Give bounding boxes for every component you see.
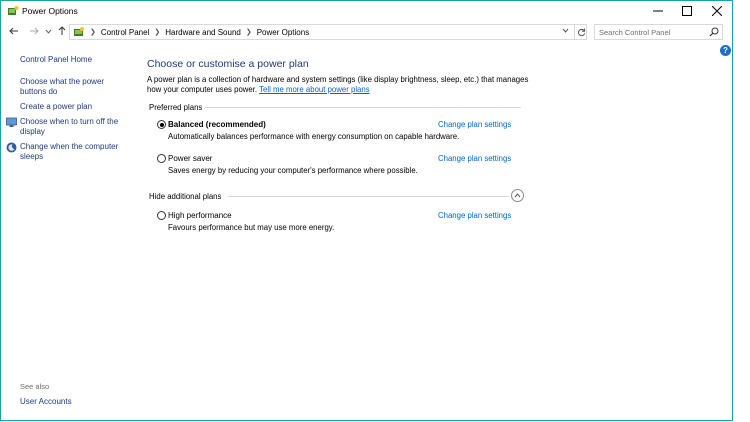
chevron-right-icon: ❯ [245, 29, 252, 36]
tell-me-more-link[interactable]: Tell me more about power plans [259, 85, 370, 94]
change-plan-settings-high-performance[interactable]: Change plan settings [438, 211, 511, 220]
search-input[interactable] [595, 27, 705, 37]
breadcrumb-power-options[interactable]: Power Options [257, 28, 309, 37]
back-button[interactable] [7, 24, 21, 38]
preferred-plans-heading: Preferred plans [149, 103, 203, 112]
plan-radio-balanced[interactable] [157, 120, 166, 129]
display-icon [6, 117, 17, 127]
sidebar-item-control-panel-home[interactable]: Control Panel Home [20, 55, 92, 65]
minimize-icon [653, 10, 663, 12]
search-box[interactable] [594, 24, 723, 40]
plan-radio-power-saver[interactable] [157, 154, 166, 163]
close-button[interactable] [703, 1, 731, 21]
arrow-right-icon [30, 27, 39, 35]
control-panel-icon [74, 27, 84, 36]
address-history-dropdown[interactable] [562, 27, 569, 36]
chevron-up-icon [514, 193, 521, 198]
minimize-button[interactable] [644, 1, 672, 21]
breadcrumb-hardware-and-sound[interactable]: Hardware and Sound [165, 28, 241, 37]
sidebar-item-turn-off-display[interactable]: Choose when to turn off the display [20, 117, 125, 137]
breadcrumb-control-panel[interactable]: Control Panel [101, 28, 149, 37]
see-also-heading: See also [20, 382, 50, 391]
window-title: Power Options [22, 6, 78, 16]
preferred-plans-divider [205, 107, 521, 108]
plan-name-power-saver[interactable]: Power saver [168, 154, 212, 163]
change-plan-settings-power-saver[interactable]: Change plan settings [438, 154, 511, 163]
navigation-bar: ❯ Control Panel ❯ Hardware and Sound ❯ P… [1, 22, 732, 42]
main-content: Choose or customise a power plan A power… [147, 46, 528, 346]
close-icon [712, 6, 722, 16]
plan-name-balanced[interactable]: Balanced (recommended) [168, 120, 266, 129]
arrow-left-icon [9, 27, 18, 35]
hide-additional-plans-heading[interactable]: Hide additional plans [149, 192, 221, 201]
address-bar[interactable]: ❯ Control Panel ❯ Hardware and Sound ❯ P… [69, 24, 587, 40]
up-button[interactable] [55, 24, 69, 38]
sidebar-item-computer-sleeps[interactable]: Change when the computer sleeps [20, 142, 125, 162]
plan-name-high-performance[interactable]: High performance [168, 211, 232, 220]
chevron-down-icon [562, 28, 569, 33]
sidebar-item-create-plan[interactable]: Create a power plan [20, 102, 92, 112]
plan-desc-balanced: Automatically balances performance with … [168, 132, 460, 141]
change-plan-settings-balanced[interactable]: Change plan settings [438, 120, 511, 129]
help-icon[interactable]: ? [720, 45, 731, 56]
plan-desc-power-saver: Saves energy by reducing your computer's… [168, 166, 418, 175]
search-icon [709, 27, 719, 37]
maximize-button[interactable] [673, 1, 701, 21]
refresh-button[interactable] [574, 25, 588, 39]
title-bar: Power Options [1, 1, 732, 21]
sidebar: Control Panel Home Choose what the power… [1, 46, 141, 420]
arrow-up-icon [58, 26, 66, 35]
recent-locations-button[interactable] [41, 24, 55, 38]
chevron-right-icon: ❯ [90, 29, 96, 36]
plan-radio-high-performance[interactable] [157, 211, 166, 220]
sleep-icon [6, 142, 17, 153]
refresh-icon [578, 27, 586, 36]
power-options-icon [8, 6, 19, 15]
page-description: A power plan is a collection of hardware… [147, 75, 532, 95]
additional-plans-divider [228, 196, 509, 197]
sidebar-item-power-buttons[interactable]: Choose what the power buttons do [20, 77, 120, 97]
chevron-right-icon: ❯ [154, 29, 161, 36]
sidebar-item-user-accounts[interactable]: User Accounts [20, 397, 72, 407]
collapse-additional-plans-button[interactable] [511, 189, 524, 202]
chevron-down-icon [45, 29, 51, 34]
page-title: Choose or customise a power plan [147, 58, 309, 70]
maximize-icon [682, 6, 692, 16]
plan-desc-high-performance: Favours performance but may use more ene… [168, 223, 335, 232]
power-options-window: Power Options ❯ Control Panel ❯ Hardware… [0, 0, 733, 421]
forward-button[interactable] [27, 24, 41, 38]
